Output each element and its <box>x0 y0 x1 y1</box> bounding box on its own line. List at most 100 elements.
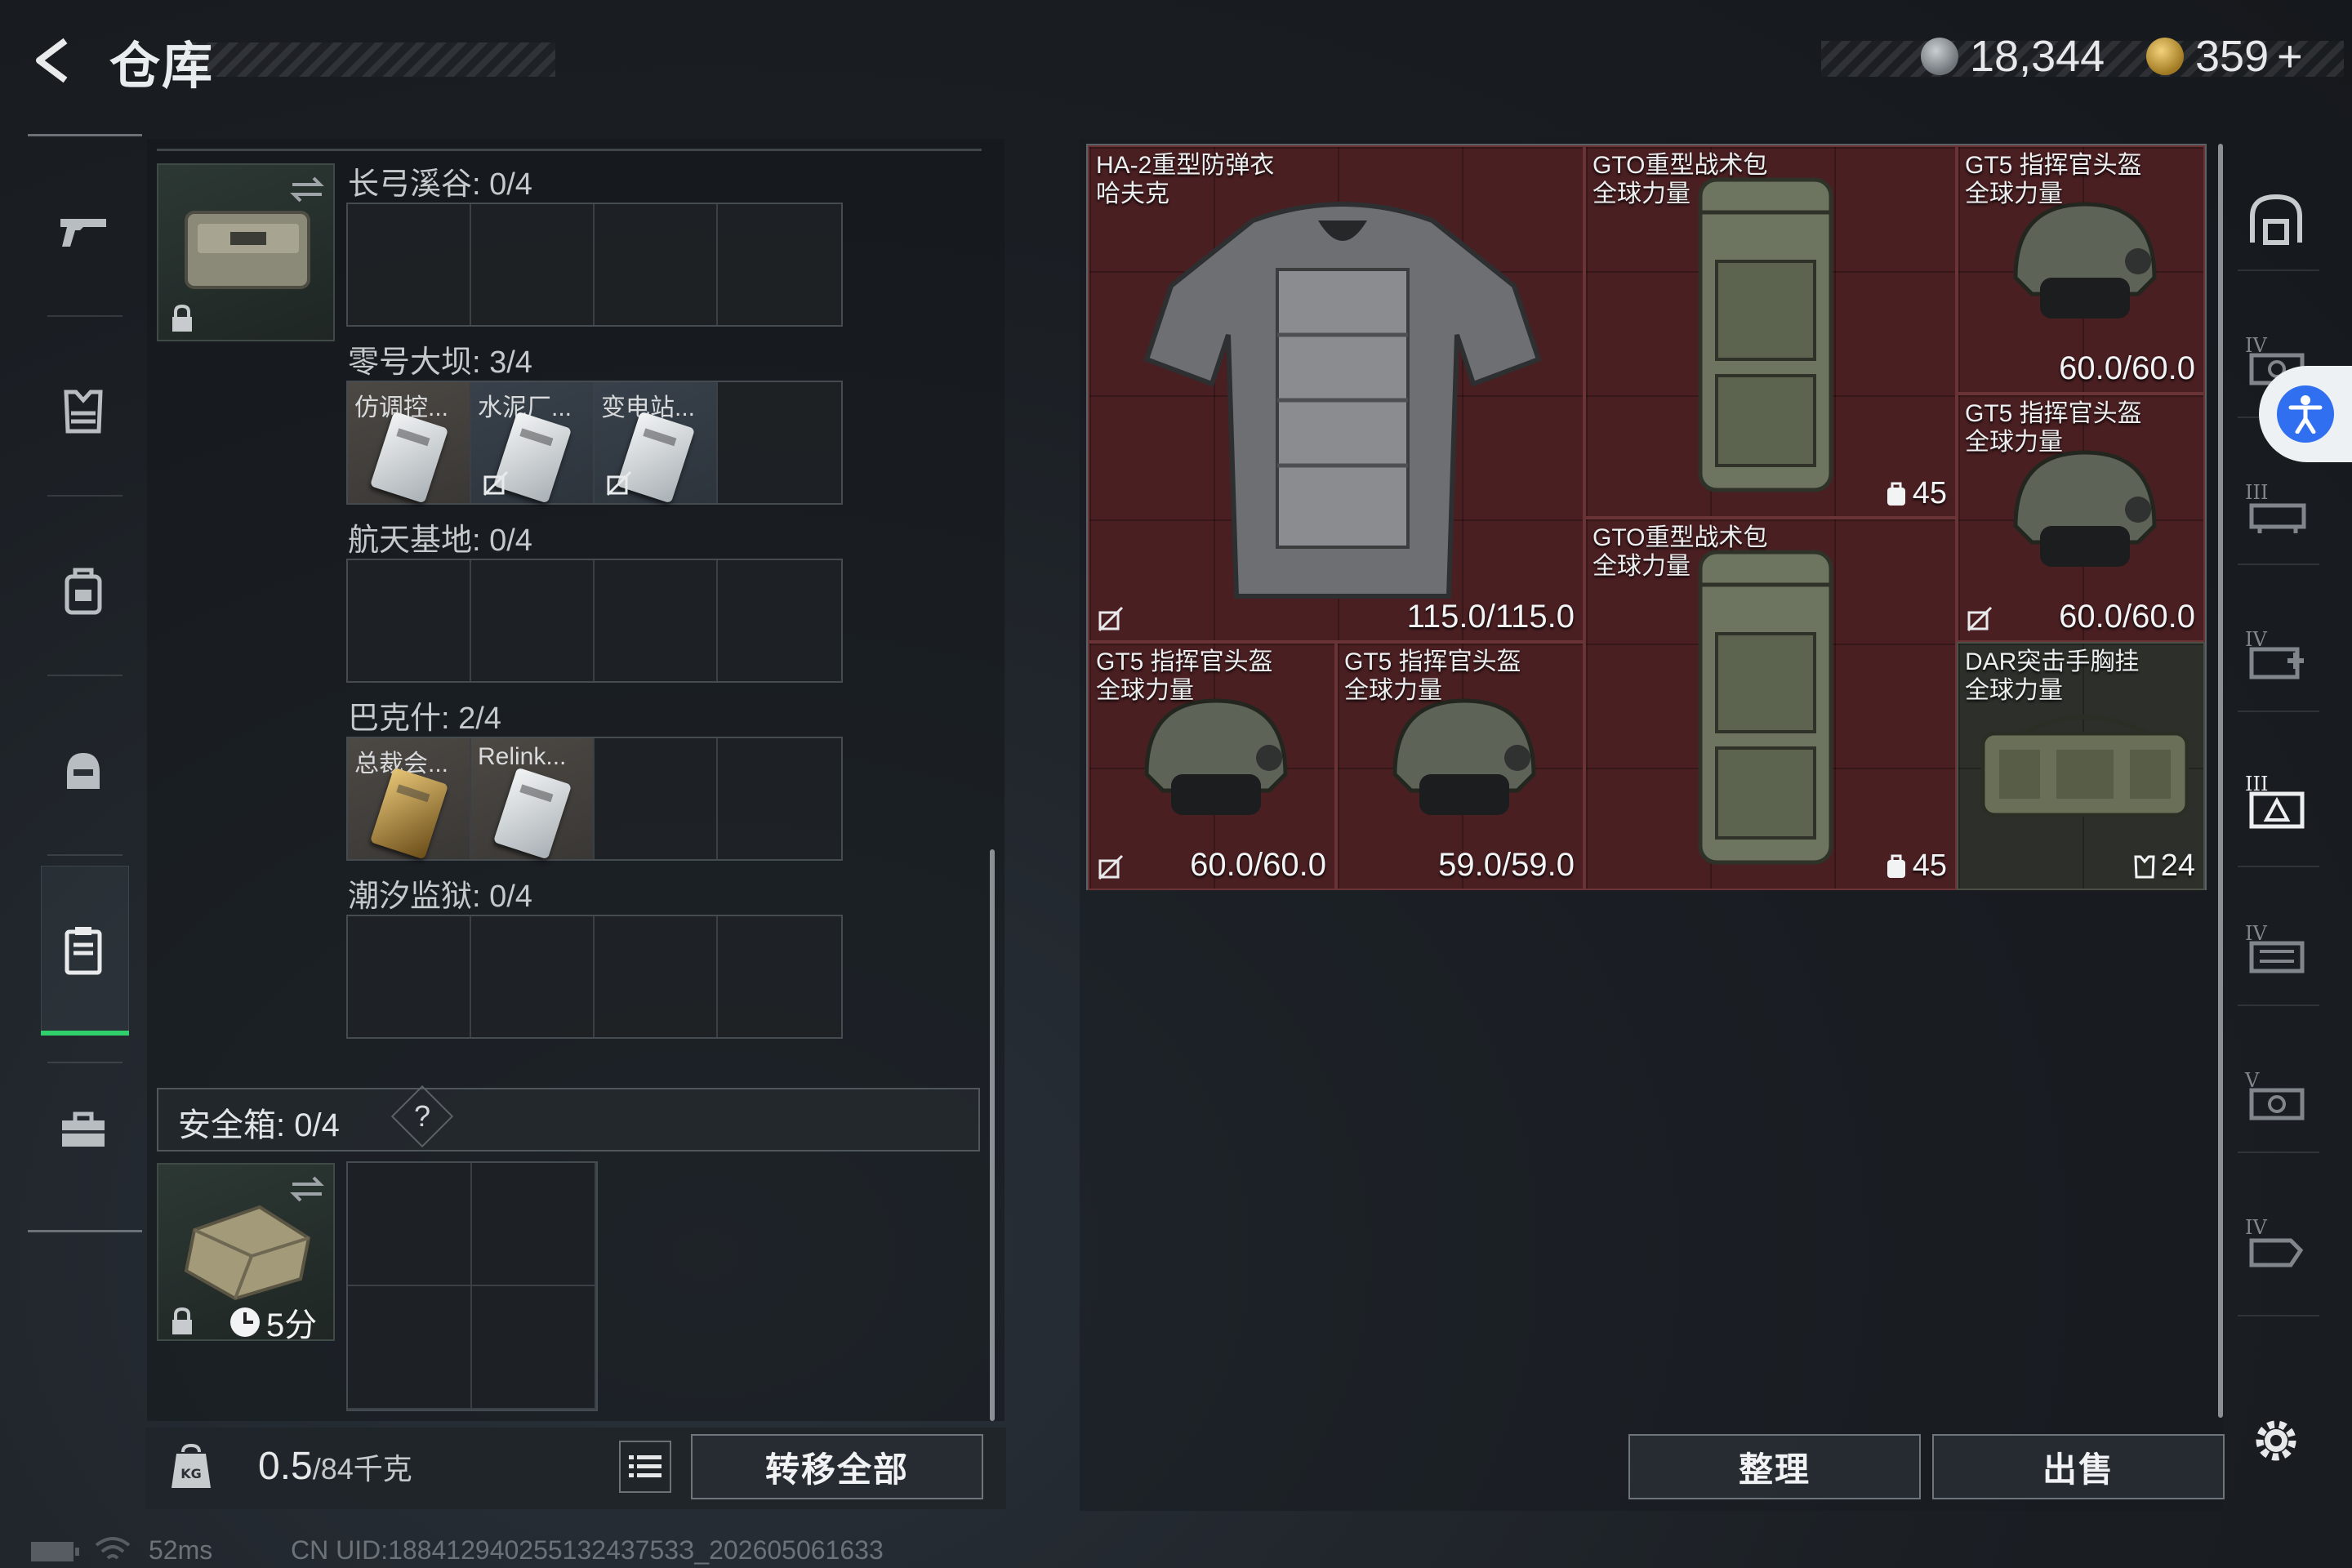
storage-tab-3[interactable]: IV <box>2239 621 2313 686</box>
item-name: GT5 指挥官头盔 全球力量 <box>1344 648 1521 704</box>
sidebar-item-helmet[interactable] <box>51 738 116 804</box>
storage-item-gto-bag[interactable]: GTO重型战术包 全球力量 45 <box>1584 145 1957 518</box>
svg-text:III: III <box>2245 481 2268 504</box>
keygrid-chaoxi <box>346 915 843 1039</box>
back-button[interactable] <box>23 28 88 93</box>
keycase-equipped[interactable] <box>157 163 335 341</box>
tier-storage-icon: IV <box>2245 922 2305 973</box>
gold-amount: 359 <box>2195 32 2270 81</box>
tier-storage-active-icon: III <box>2245 773 2305 829</box>
keycard-image <box>369 411 449 504</box>
no-sell-icon <box>1098 606 1124 632</box>
item-name: DAR突击手胸挂 全球力量 <box>1965 648 2140 704</box>
item-name: GTO重型战术包 全球力量 <box>1592 152 1768 207</box>
storage-tab-main[interactable] <box>2239 186 2313 252</box>
accessibility-button[interactable] <box>2259 366 2352 462</box>
storage-tab-7[interactable]: IV <box>2239 1209 2313 1274</box>
weight-icon: KG <box>172 1443 211 1488</box>
safe-slot[interactable] <box>348 1163 472 1286</box>
sidebar-divider <box>2238 270 2319 271</box>
sidebar-item-toolbox[interactable] <box>51 1098 116 1163</box>
help-button[interactable]: ? <box>408 1099 436 1134</box>
key-slot[interactable] <box>348 916 471 1037</box>
sidebar-divider <box>47 675 122 676</box>
key-slot[interactable] <box>348 560 471 681</box>
weight-value: 0.5 <box>258 1445 313 1488</box>
key-slot[interactable] <box>471 916 595 1037</box>
storage-scrollbar[interactable] <box>2218 144 2223 1418</box>
key-slot[interactable] <box>471 560 595 681</box>
key-slot[interactable] <box>595 916 718 1037</box>
key-item[interactable]: 变电站... <box>595 382 718 504</box>
no-sell-icon <box>483 470 509 497</box>
settings-button[interactable] <box>2239 1408 2313 1473</box>
key-slot[interactable] <box>348 204 471 325</box>
item-name: GT5 指挥官头盔 全球力量 <box>1965 152 2142 207</box>
safe-slot[interactable] <box>472 1163 596 1286</box>
left-scrollbar[interactable] <box>990 849 995 1421</box>
currency-gold[interactable]: 359 + <box>2146 31 2303 82</box>
item-capacity: 45 <box>1885 849 1947 884</box>
svg-text:KG: KG <box>180 1466 202 1481</box>
key-slot[interactable] <box>595 204 718 325</box>
key-item[interactable]: 总裁会... <box>348 738 471 860</box>
warehouse-icon <box>2250 194 2302 245</box>
add-gold-button[interactable]: + <box>2277 31 2303 82</box>
sidebar-divider <box>47 854 122 856</box>
item-capacity: 45 <box>1885 476 1947 511</box>
key-slot[interactable] <box>718 916 841 1037</box>
key-item[interactable]: Relink... <box>471 738 595 860</box>
key-slot[interactable] <box>718 738 841 859</box>
storage-item-gt5-helmet[interactable]: GT5 指挥官头盔 全球力量 60.0/60.0 <box>1957 145 2205 394</box>
sidebar-item-armor[interactable] <box>51 379 116 444</box>
weight-capacity: /84千克 <box>312 1452 412 1486</box>
storage-item-armor[interactable]: HA-2重型防弹衣 哈夫克 115.0/115.0 <box>1088 145 1584 642</box>
swap-icon[interactable] <box>289 175 325 204</box>
title-decoration <box>188 42 555 77</box>
section-label-changgong: 长弓溪谷: 0/4 <box>348 167 532 202</box>
sidebar-divider <box>2238 710 2319 712</box>
sidebar-item-backpack[interactable] <box>51 559 116 624</box>
weight-display: 0.5/84千克 <box>258 1444 412 1489</box>
key-slot[interactable] <box>718 204 841 325</box>
gear-icon <box>2256 1420 2296 1461</box>
key-slot[interactable] <box>718 382 841 503</box>
storage-item-gto-bag[interactable]: GTO重型战术包 全球力量 45 <box>1584 518 1957 890</box>
safe-slot[interactable] <box>472 1286 596 1410</box>
tactical-backpack-image <box>1698 550 1833 865</box>
safe-box-label: 安全箱: 0/4 <box>178 1107 340 1143</box>
storage-item-gt5-helmet[interactable]: GT5 指挥官头盔 全球力量 59.0/59.0 <box>1336 642 1584 890</box>
key-slot[interactable] <box>718 560 841 681</box>
chest-rig-small-icon <box>2134 855 2155 878</box>
storage-tab-6[interactable]: V <box>2239 1062 2313 1127</box>
storage-item-gt5-helmet[interactable]: GT5 指挥官头盔 全球力量 60.0/60.0 <box>1957 394 2205 642</box>
key-item[interactable]: 水泥厂... <box>471 382 595 504</box>
storage-item-chest-rig[interactable]: DAR突击手胸挂 全球力量 24 <box>1957 642 2205 890</box>
storage-tab-5[interactable]: IV <box>2239 915 2313 980</box>
chest-rig-image <box>1980 715 2189 817</box>
sort-button[interactable]: 整理 <box>1628 1434 1921 1499</box>
back-arrow-icon <box>36 38 68 83</box>
svg-text:IV: IV <box>2245 1216 2267 1239</box>
key-slot[interactable] <box>595 560 718 681</box>
no-sell-icon <box>606 470 632 497</box>
list-view-button[interactable] <box>619 1441 671 1493</box>
keycard-case-icon <box>65 927 102 975</box>
sidebar-item-weapons[interactable] <box>51 199 116 265</box>
transfer-all-button[interactable]: 转移全部 <box>691 1434 983 1499</box>
backpack-small-icon <box>1886 854 1905 878</box>
safe-box-grid <box>346 1161 598 1411</box>
safe-slot[interactable] <box>348 1286 472 1410</box>
key-slot[interactable] <box>595 738 718 859</box>
item-name: HA-2重型防弹衣 哈夫克 <box>1096 152 1275 207</box>
sidebar-item-keycase[interactable] <box>51 918 116 983</box>
key-slot[interactable] <box>471 204 595 325</box>
sell-button[interactable]: 出售 <box>1932 1434 2225 1499</box>
no-sell-icon <box>1098 854 1124 880</box>
storage-tab-2[interactable]: III <box>2239 474 2313 539</box>
battery-icon <box>31 1542 79 1561</box>
key-item[interactable]: 仿调控... <box>348 382 471 504</box>
safe-box-equipped[interactable]: 5分 <box>157 1163 335 1343</box>
storage-tab-4-active[interactable]: III <box>2239 768 2313 833</box>
storage-item-gt5-helmet[interactable]: GT5 指挥官头盔 全球力量 60.0/60.0 <box>1088 642 1336 890</box>
